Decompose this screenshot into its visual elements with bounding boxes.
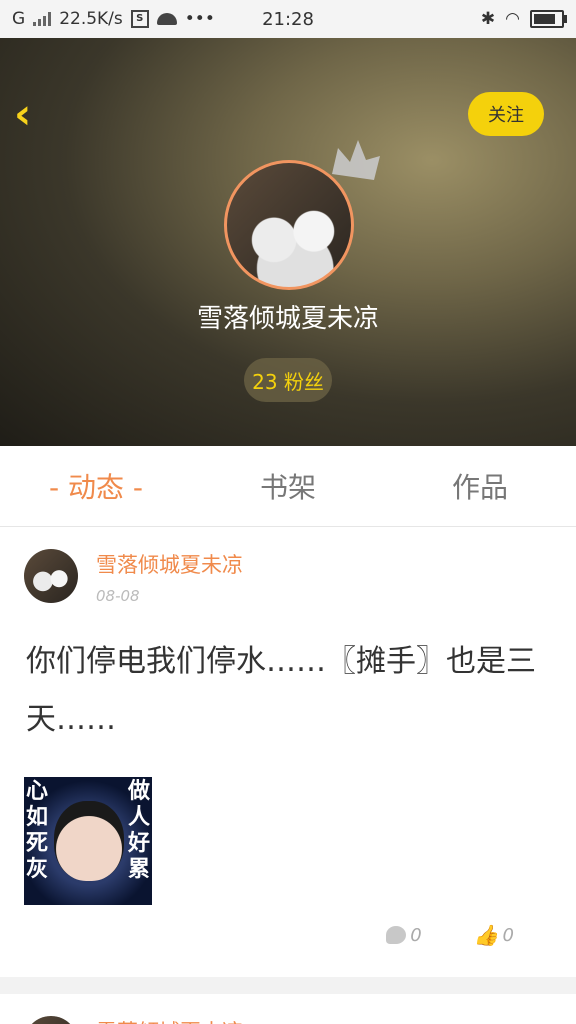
image-caption-left: 心如死灰 [26, 779, 49, 882]
comment-icon [386, 926, 407, 944]
post-date: 08-08 [96, 587, 140, 605]
bluetooth-icon: ✱ [480, 9, 496, 29]
android-icon [156, 13, 177, 25]
follow-button[interactable]: 关注 [468, 92, 544, 136]
network-speed: 22.5K/s [59, 9, 123, 29]
profile-header: ‹ 关注 雪落倾城夏未凉 23 粉丝 [0, 38, 576, 446]
post-actions: 0 👍 0 [386, 923, 514, 947]
crown-icon [332, 140, 380, 180]
battery-icon [530, 10, 567, 28]
status-right: ✱ ◠ [480, 9, 567, 29]
post-image[interactable]: 心如死灰 做人好累 [24, 777, 152, 905]
status-bar: G 22.5K/s S ••• 21:28 ✱ ◠ [0, 0, 576, 38]
thumbs-up-icon: 👍 [473, 923, 499, 947]
status-left: G 22.5K/s S ••• [12, 9, 215, 29]
fans-badge[interactable]: 23 粉丝 [244, 358, 332, 402]
like-count: 0 [502, 924, 514, 946]
post-card[interactable]: 雪落倾城夏未凉 08-08 你们停电我们停水……〖摊手〗也是三天…… 心如死灰 … [0, 527, 576, 977]
post-author-name[interactable]: 雪落倾城夏未凉 [96, 549, 243, 579]
profile-username: 雪落倾城夏未凉 [196, 304, 379, 334]
comment-button[interactable]: 0 [386, 923, 422, 947]
s-app-icon: S [130, 10, 149, 28]
chevron-left-icon: ‹ [14, 89, 32, 138]
profile-tabs: - 动态 - 书架 作品 [0, 446, 576, 527]
tab-works[interactable]: 作品 [384, 446, 576, 526]
tab-activity[interactable]: - 动态 - [0, 446, 192, 526]
post-author-name[interactable]: 雪落倾城夏未凉 [96, 1016, 243, 1024]
carrier-label: G [12, 9, 26, 29]
more-icon: ••• [184, 9, 215, 29]
signal-icon [33, 12, 52, 26]
image-caption-right: 做人好累 [128, 779, 151, 882]
back-button[interactable]: ‹ [14, 93, 50, 135]
comment-count: 0 [410, 924, 422, 946]
like-button[interactable]: 👍 0 [474, 923, 514, 947]
image-face [54, 801, 124, 881]
post-author-avatar[interactable] [24, 549, 78, 603]
tab-bookshelf[interactable]: 书架 [192, 446, 384, 526]
wifi-icon: ◠ [505, 9, 520, 29]
post-author-avatar[interactable] [24, 1016, 78, 1024]
post-card[interactable]: 雪落倾城夏未凉 [0, 994, 576, 1024]
post-text: 你们停电我们停水……〖摊手〗也是三天…… [26, 644, 536, 737]
